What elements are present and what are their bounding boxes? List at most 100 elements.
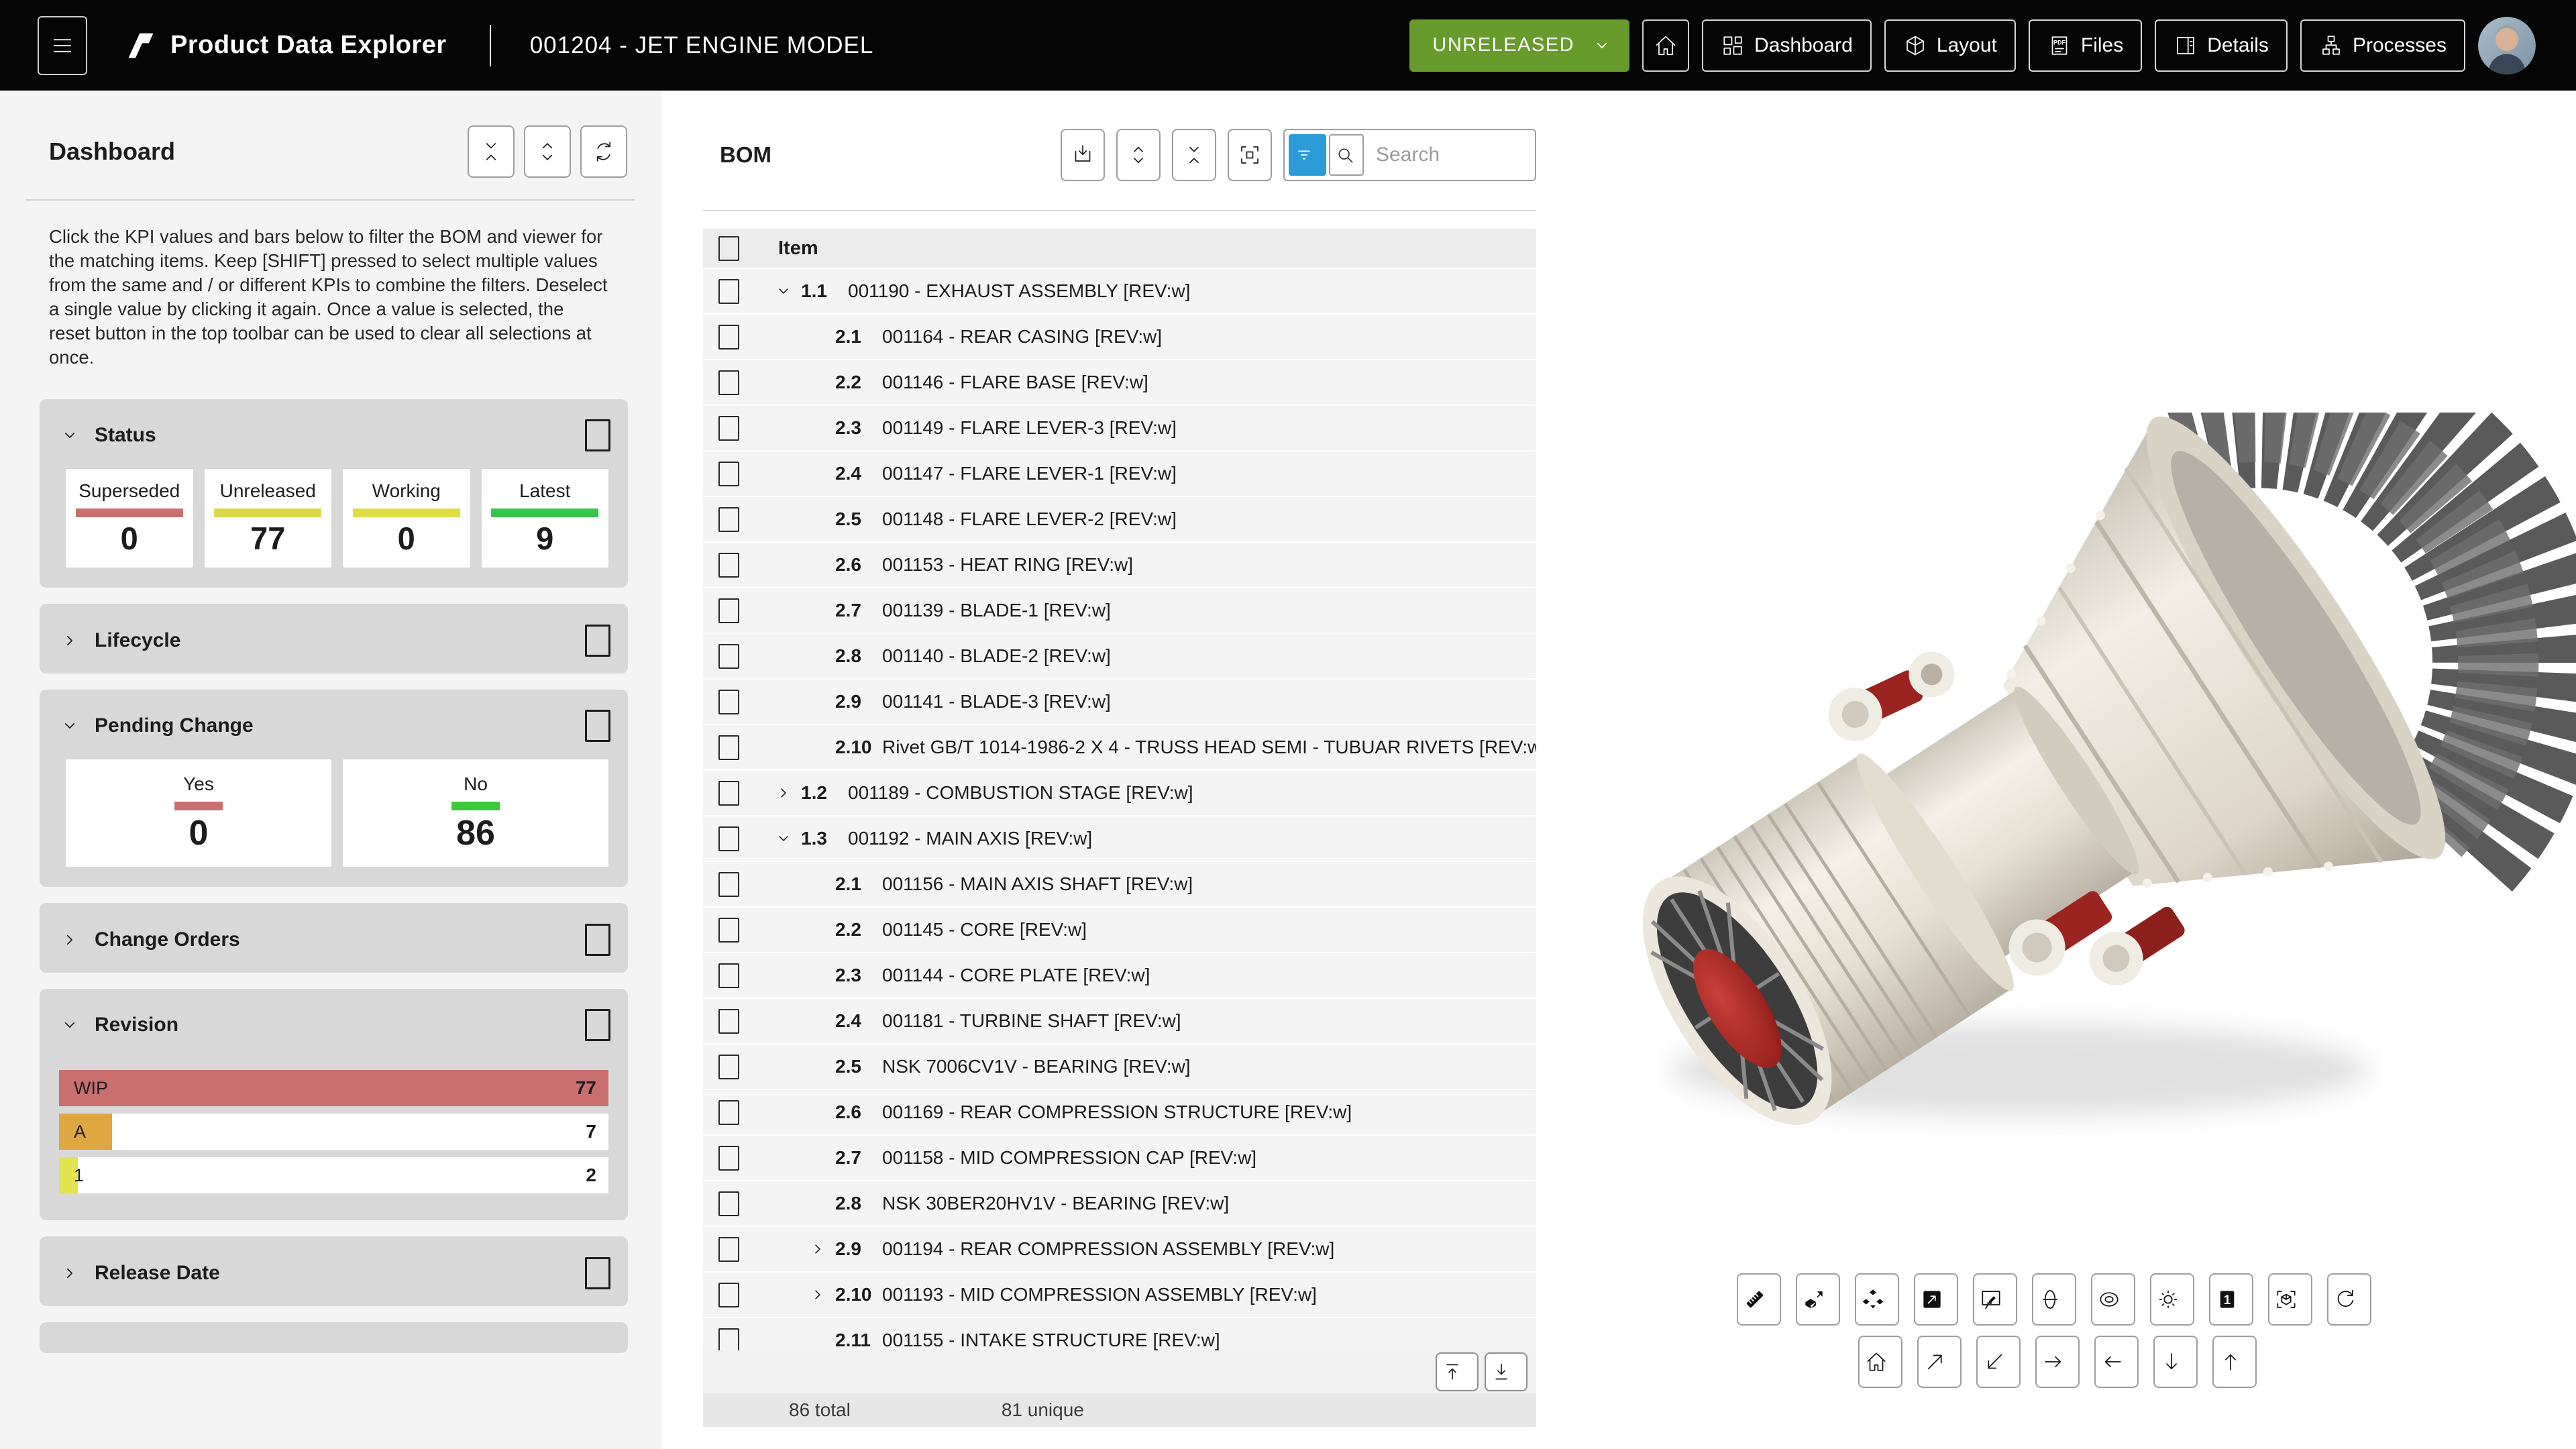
bom-row[interactable]: 2.1001156 - MAIN AXIS SHAFT [REV:w] <box>703 862 1536 906</box>
row-checkbox[interactable] <box>718 507 739 532</box>
scroll-to-top-button[interactable] <box>1436 1352 1479 1391</box>
reset-rotation-button[interactable] <box>2327 1273 2371 1326</box>
section-header[interactable]: Change Orders <box>40 903 628 973</box>
row-checkbox[interactable] <box>718 872 739 897</box>
chevron-down-icon[interactable] <box>774 282 801 301</box>
kpi-latest[interactable]: Latest9 <box>482 469 609 568</box>
row-checkbox[interactable] <box>718 826 739 851</box>
bom-row[interactable]: 2.3001144 - CORE PLATE [REV:w] <box>703 953 1536 998</box>
row-checkbox[interactable] <box>718 598 739 623</box>
pan-up-button[interactable] <box>2212 1336 2257 1388</box>
chevron-right-icon[interactable] <box>774 784 801 802</box>
pan-left-button[interactable] <box>2094 1336 2139 1388</box>
bom-row[interactable]: 2.2001146 - FLARE BASE [REV:w] <box>703 360 1536 405</box>
nav-button-files[interactable]: PDFFiles <box>2029 19 2142 72</box>
bom-row[interactable]: 2.3001149 - FLARE LEVER-3 [REV:w] <box>703 406 1536 450</box>
bom-row[interactable]: 2.7001139 - BLADE-1 [REV:w] <box>703 588 1536 633</box>
bom-row[interactable]: 2.4001147 - FLARE LEVER-1 [REV:w] <box>703 451 1536 496</box>
row-checkbox[interactable] <box>718 1191 739 1216</box>
select-all-checkbox[interactable] <box>718 236 739 261</box>
row-checkbox[interactable] <box>718 370 739 395</box>
isolate-one-button[interactable]: 1 <box>2209 1273 2253 1326</box>
home-view-button[interactable] <box>1858 1336 1902 1388</box>
bom-row[interactable]: 2.11001155 - INTAKE STRUCTURE [REV:w] <box>703 1318 1536 1350</box>
section-header[interactable]: Status <box>40 399 628 469</box>
user-avatar[interactable] <box>2478 17 2536 74</box>
brightness-button[interactable] <box>2150 1273 2194 1326</box>
row-checkbox[interactable] <box>718 963 739 988</box>
nav-button-layout[interactable]: Layout <box>1884 19 2016 72</box>
bom-row[interactable]: 2.5001148 - FLARE LEVER-2 [REV:w] <box>703 497 1536 541</box>
bom-fit-button[interactable] <box>1228 129 1272 181</box>
revision-bar-1[interactable]: 12 <box>59 1157 608 1193</box>
annotate-button[interactable] <box>1973 1273 2017 1326</box>
kpi-unreleased[interactable]: Unreleased77 <box>205 469 332 568</box>
bom-row[interactable]: 2.10001193 - MID COMPRESSION ASSEMBLY [R… <box>703 1273 1536 1317</box>
model-viewer[interactable]: 1 <box>1537 91 2576 1449</box>
row-checkbox[interactable] <box>718 1283 739 1307</box>
row-checkbox[interactable] <box>718 325 739 350</box>
row-checkbox[interactable] <box>718 1146 739 1171</box>
expand-all-button[interactable] <box>524 125 571 178</box>
chevron-right-icon[interactable] <box>808 1240 835 1258</box>
kpi-yes[interactable]: Yes0 <box>66 759 331 867</box>
collapse-all-button[interactable] <box>468 125 515 178</box>
bom-row[interactable]: 2.10Rivet GB/T 1014-1986-2 X 4 - TRUSS H… <box>703 725 1536 769</box>
explode-view-button[interactable] <box>1796 1273 1840 1326</box>
row-checkbox[interactable] <box>718 1237 739 1262</box>
hamburger-menu-button[interactable] <box>38 16 87 75</box>
section-checkbox[interactable] <box>585 419 610 451</box>
row-checkbox[interactable] <box>718 279 739 304</box>
scroll-to-bottom-button[interactable] <box>1485 1352 1527 1391</box>
search-input[interactable] <box>1364 144 1531 166</box>
bom-expand-all-button[interactable] <box>1116 129 1161 181</box>
bom-row[interactable]: 2.7001158 - MID COMPRESSION CAP [REV:w] <box>703 1136 1536 1180</box>
rotate-up-right-button[interactable] <box>1917 1336 1962 1388</box>
row-checkbox[interactable] <box>718 918 739 943</box>
section-checkbox[interactable] <box>585 625 610 657</box>
fit-model-button[interactable] <box>2268 1273 2312 1326</box>
nav-button-details[interactable]: Details <box>2155 19 2288 72</box>
bom-row[interactable]: 1.2001189 - COMBUSTION STAGE [REV:w] <box>703 771 1536 815</box>
row-checkbox[interactable] <box>718 644 739 669</box>
screenshot-button[interactable] <box>1914 1273 1958 1326</box>
revision-bar-a[interactable]: A7 <box>59 1114 608 1150</box>
row-checkbox[interactable] <box>718 1055 739 1079</box>
row-checkbox[interactable] <box>718 735 739 760</box>
section-checkbox[interactable] <box>585 1009 610 1041</box>
bom-row[interactable]: 2.2001145 - CORE [REV:w] <box>703 908 1536 952</box>
pan-right-button[interactable] <box>2035 1336 2080 1388</box>
bom-row[interactable]: 1.3001192 - MAIN AXIS [REV:w] <box>703 816 1536 861</box>
bom-export-button[interactable] <box>1061 129 1105 181</box>
filter-toggle-button[interactable] <box>1289 134 1326 176</box>
home-button[interactable] <box>1642 19 1689 72</box>
nav-button-processes[interactable]: Processes <box>2300 19 2465 72</box>
focus-rings-button[interactable] <box>2091 1273 2135 1326</box>
row-checkbox[interactable] <box>718 462 739 486</box>
parts-button[interactable] <box>1855 1273 1899 1326</box>
row-checkbox[interactable] <box>718 553 739 578</box>
measure-ruler-button[interactable] <box>1737 1273 1781 1326</box>
bom-row[interactable]: 2.6001169 - REAR COMPRESSION STRUCTURE [… <box>703 1090 1536 1134</box>
reset-filters-button[interactable] <box>580 125 627 178</box>
chevron-down-icon[interactable] <box>774 829 801 848</box>
row-checkbox[interactable] <box>718 1100 739 1125</box>
chevron-right-icon[interactable] <box>808 1285 835 1304</box>
nav-button-dashboard[interactable]: Dashboard <box>1702 19 1872 72</box>
row-checkbox[interactable] <box>718 1009 739 1034</box>
section-header[interactable]: Release Date <box>40 1236 628 1307</box>
row-checkbox[interactable] <box>718 690 739 714</box>
row-checkbox[interactable] <box>718 1328 739 1351</box>
section-header[interactable]: Lifecycle <box>40 604 628 674</box>
bom-row[interactable]: 2.8NSK 30BER20HV1V - BEARING [REV:w] <box>703 1181 1536 1226</box>
status-dropdown[interactable]: UNRELEASED <box>1409 19 1629 72</box>
bom-row[interactable]: 2.5NSK 7006CV1V - BEARING [REV:w] <box>703 1044 1536 1089</box>
bom-collapse-all-button[interactable] <box>1172 129 1216 181</box>
bom-row[interactable]: 2.4001181 - TURBINE SHAFT [REV:w] <box>703 999 1536 1043</box>
kpi-no[interactable]: No86 <box>343 759 608 867</box>
section-checkbox[interactable] <box>585 1257 610 1289</box>
kpi-working[interactable]: Working0 <box>343 469 470 568</box>
row-checkbox[interactable] <box>718 416 739 441</box>
pan-down-button[interactable] <box>2153 1336 2198 1388</box>
bom-row[interactable]: 2.8001140 - BLADE-2 [REV:w] <box>703 634 1536 678</box>
